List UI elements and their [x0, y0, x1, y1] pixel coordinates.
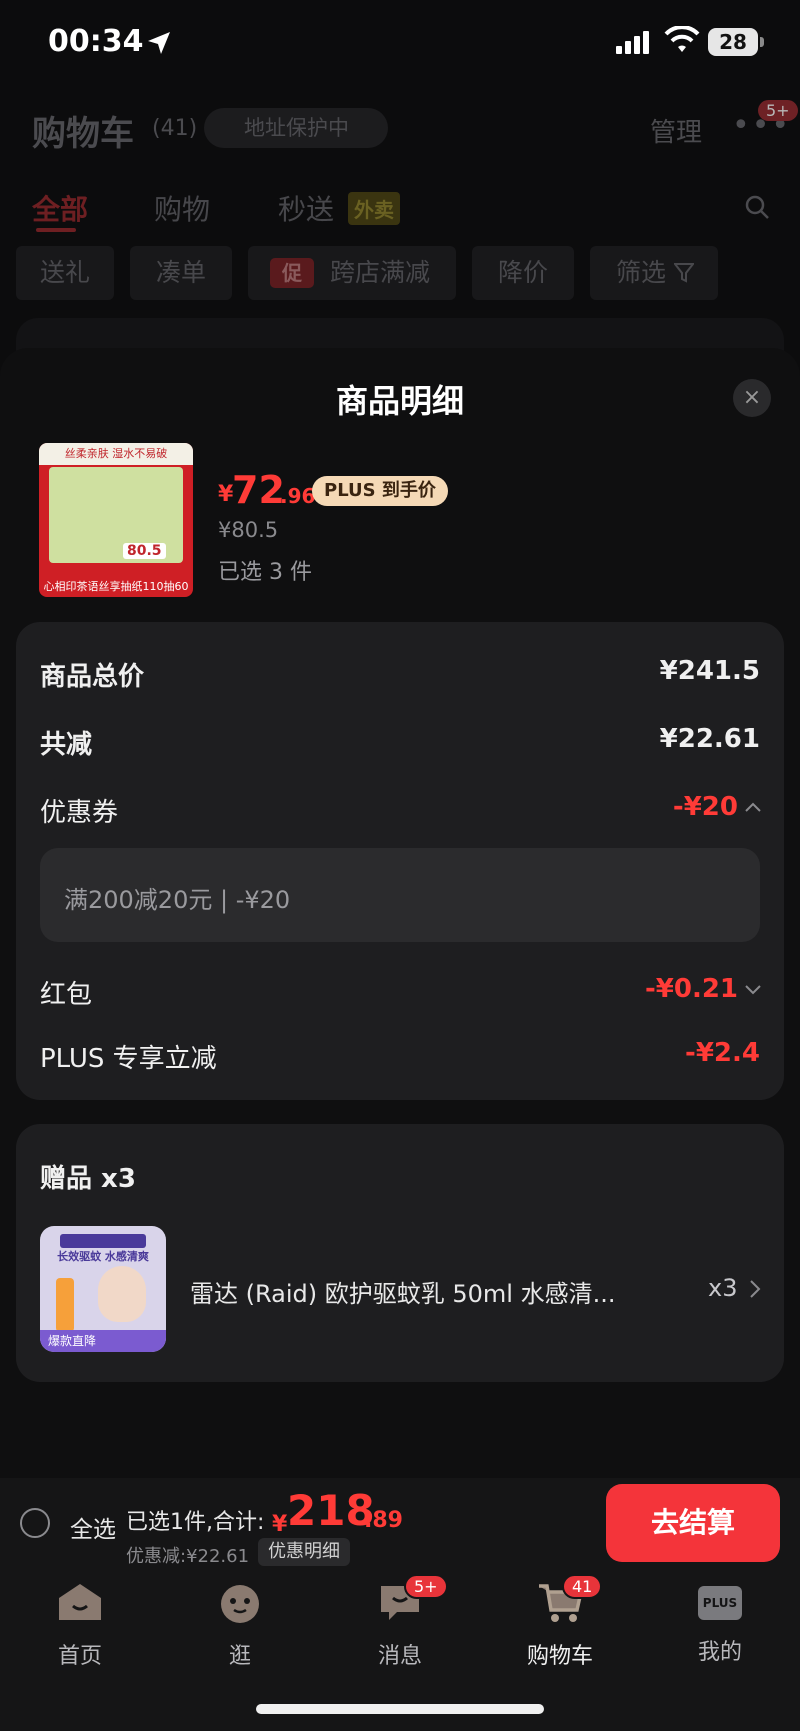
chevron-up-icon[interactable]: [744, 800, 762, 814]
chip-gift[interactable]: 送礼: [16, 246, 114, 300]
tabbar-label-cart: 购物车: [526, 1644, 593, 1669]
cart-count: (41): [152, 116, 198, 141]
gift-image-text: 长效驱蚊 水感清爽: [57, 1250, 149, 1263]
more-badge: 5+: [758, 100, 798, 121]
promo-tag: 促: [270, 258, 314, 288]
coupon-value[interactable]: -¥20: [560, 792, 738, 822]
manage-button[interactable]: 管理: [650, 112, 702, 149]
gift-image[interactable]: 长效驱蚊 水感清爽 爆款直降: [40, 1226, 166, 1352]
sheet-title: 商品明细: [335, 382, 464, 420]
tabbar-item-stroll[interactable]: 逛: [180, 1580, 300, 1670]
tab-instant[interactable]: 秒送: [278, 188, 334, 228]
select-all-radio[interactable]: [20, 1508, 50, 1538]
product-image-top-text: 丝柔亲肤 湿水不易破: [39, 443, 193, 465]
cellular-signal-icon: [616, 31, 649, 54]
plus-discount-value: -¥2.4: [685, 1038, 760, 1068]
search-icon[interactable]: [744, 194, 770, 220]
discount-detail-button[interactable]: 优惠明细: [258, 1538, 350, 1566]
selected-count: 已选 3 件: [218, 560, 312, 585]
redpack-value[interactable]: -¥0.21: [540, 974, 738, 1004]
gift-item-qty: x3: [708, 1274, 738, 1302]
chip-price-drop[interactable]: 降价: [472, 246, 574, 300]
gift-image-model: [98, 1266, 146, 1322]
gift-image-brand-bar: [60, 1234, 146, 1248]
coupon-label: 优惠券: [40, 798, 119, 828]
summary-prefix: 已选1件,合计:: [126, 1510, 265, 1535]
tabbar-label-stroll: 逛: [228, 1644, 251, 1669]
total-decimal: .89: [364, 1508, 403, 1533]
battery-icon: 28: [708, 28, 758, 56]
tab-all[interactable]: 全部: [32, 188, 88, 228]
select-all-label[interactable]: 全选: [70, 1510, 116, 1544]
checkout-button[interactable]: 去结算: [606, 1484, 780, 1562]
tabbar-label-profile: 我的: [697, 1640, 742, 1665]
battery-tip: [760, 37, 764, 47]
stroll-icon: [221, 1585, 259, 1623]
tabbar-label-home: 首页: [57, 1644, 102, 1669]
chevron-down-icon[interactable]: [744, 982, 762, 996]
message-badge: 5+: [404, 1574, 448, 1599]
cart-title: 购物车: [32, 114, 134, 154]
chip-filter[interactable]: 筛选: [590, 246, 718, 300]
home-icon: [59, 1584, 101, 1620]
reduce-value: ¥22.61: [659, 724, 760, 754]
product-image-bottom-text: 心相印茶语丝享抽纸110抽60包: [43, 580, 189, 593]
takeout-tag: 外卖: [348, 192, 400, 225]
original-price: ¥80.5: [218, 518, 279, 542]
tab-indicator: [36, 228, 76, 232]
cart-badge: 41: [562, 1574, 603, 1599]
profile-icon: PLUS: [698, 1586, 742, 1620]
home-indicator: [256, 1704, 544, 1714]
plus-price-tag: PLUS 到手价: [312, 476, 448, 506]
total-label: 商品总价: [40, 662, 145, 692]
address-protect-pill[interactable]: 地址保护中: [204, 108, 388, 148]
price-decimal: .96: [280, 484, 316, 508]
total-value: ¥241.5: [659, 656, 760, 686]
filter-icon: [674, 263, 694, 283]
price-integer: 72: [232, 468, 285, 512]
tabbar-label-message: 消息: [377, 1644, 422, 1669]
location-arrow-icon: [148, 32, 170, 54]
total-symbol: ¥: [272, 1512, 288, 1537]
status-time: 00:34: [48, 24, 144, 59]
product-image[interactable]: 丝柔亲肤 湿水不易破 80.5 心相印茶语丝享抽纸110抽60包: [39, 443, 193, 597]
tabbar-item-home[interactable]: 首页: [20, 1580, 140, 1670]
close-button[interactable]: ×: [733, 379, 771, 417]
wifi-icon: [664, 26, 700, 52]
tabbar-item-profile[interactable]: PLUS 我的: [660, 1580, 780, 1666]
gift-image-bottle: [56, 1278, 74, 1332]
coupon-detail-text: 满200减20元 | -¥20: [64, 886, 291, 914]
product-image-price: 80.5: [123, 543, 166, 559]
gift-item-name[interactable]: 雷达 (Raid) 欧护驱蚊乳 50ml 水感清...: [190, 1274, 615, 1309]
chevron-right-icon[interactable]: [748, 1278, 762, 1300]
gift-title: 赠品 x3: [40, 1164, 136, 1194]
discount-text: 优惠减:¥22.61: [126, 1546, 250, 1567]
tabbar-item-cart[interactable]: 购物车: [500, 1580, 620, 1670]
tab-shopping[interactable]: 购物: [154, 188, 210, 228]
reduce-label: 共减: [40, 730, 93, 760]
chip-bundle[interactable]: 凑单: [130, 246, 232, 300]
plus-discount-label: PLUS 专享立减: [40, 1044, 217, 1074]
gift-image-bottom-text: 爆款直降: [40, 1330, 166, 1352]
total-integer: 218: [287, 1486, 375, 1535]
redpack-label: 红包: [40, 980, 93, 1010]
